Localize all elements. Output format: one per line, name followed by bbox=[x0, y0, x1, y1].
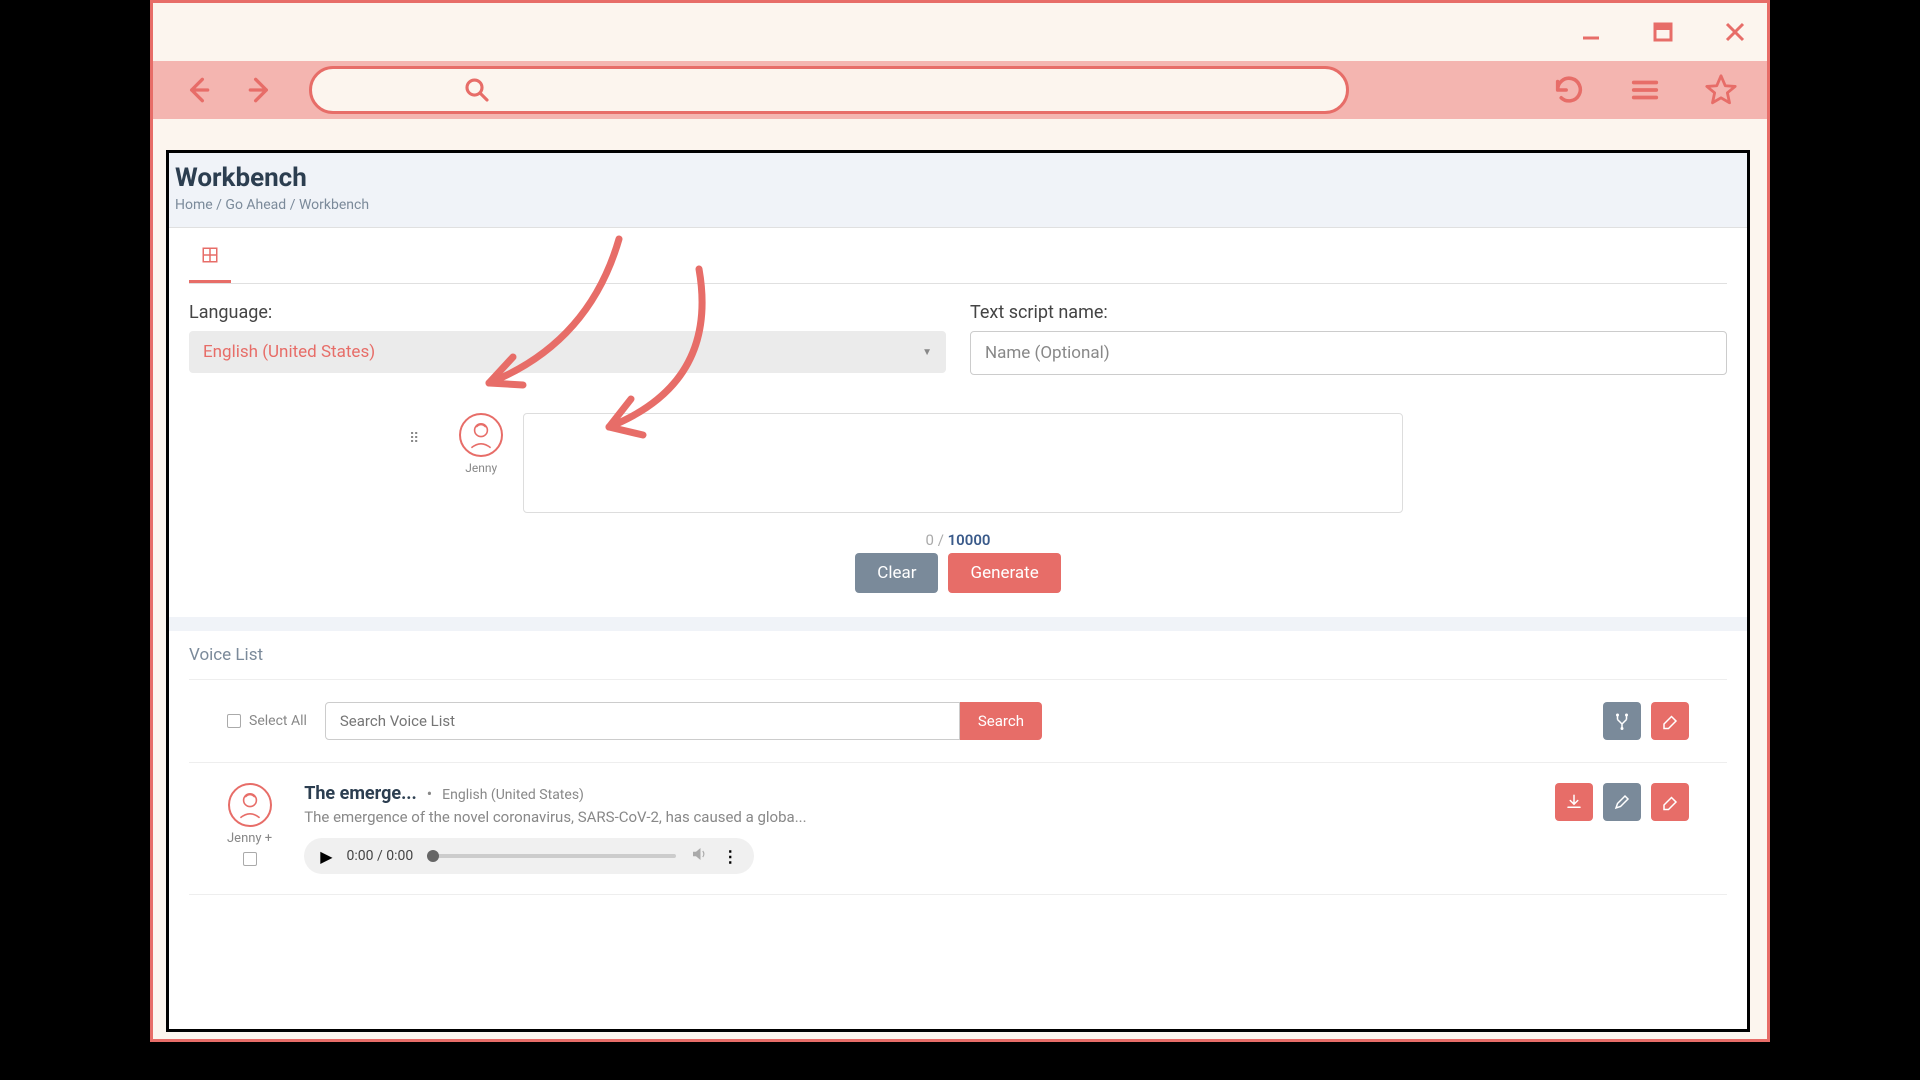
delete-all-button[interactable] bbox=[1651, 702, 1689, 740]
bookmark-button[interactable] bbox=[1703, 72, 1739, 108]
audio-menu-icon[interactable]: ⋮ bbox=[722, 847, 738, 866]
select-all-checkbox[interactable]: Select All bbox=[227, 713, 307, 729]
delete-button[interactable] bbox=[1651, 783, 1689, 821]
voice-speaker-name: Jenny + bbox=[227, 831, 272, 846]
breadcrumb-home[interactable]: Home bbox=[175, 197, 213, 213]
download-button[interactable] bbox=[1555, 783, 1593, 821]
speaker-avatar-block[interactable]: Jenny bbox=[459, 413, 503, 475]
page-title: Workbench bbox=[175, 163, 1741, 193]
download-icon bbox=[1565, 793, 1583, 811]
generate-button[interactable]: Generate bbox=[948, 553, 1060, 593]
breadcrumb-goahead[interactable]: Go Ahead bbox=[225, 197, 286, 213]
nav-bar bbox=[153, 61, 1767, 119]
volume-icon[interactable] bbox=[690, 845, 708, 867]
chevron-down-icon: ▼ bbox=[922, 347, 932, 358]
script-textarea[interactable] bbox=[523, 413, 1403, 513]
language-select[interactable]: English (United States) ▼ bbox=[189, 331, 946, 373]
grid-icon bbox=[201, 246, 219, 264]
page-header: Workbench Home / Go Ahead / Workbench bbox=[169, 153, 1747, 228]
grid-tab[interactable] bbox=[189, 246, 231, 283]
voice-toolbar: Select All Search bbox=[189, 680, 1727, 763]
avatar-icon bbox=[459, 413, 503, 457]
search-icon bbox=[462, 75, 492, 105]
char-counter: 0 / 10000 bbox=[189, 531, 1727, 549]
breadcrumb-current: Workbench bbox=[299, 197, 369, 213]
voice-lang: English (United States) bbox=[442, 787, 584, 803]
voice-desc: The emergence of the novel coronavirus, … bbox=[304, 808, 1523, 826]
voice-title[interactable]: The emerge... bbox=[304, 783, 417, 804]
close-button[interactable] bbox=[1723, 20, 1747, 44]
voice-search-button[interactable]: Search bbox=[960, 702, 1042, 740]
language-value: English (United States) bbox=[203, 342, 375, 362]
refresh-button[interactable] bbox=[1551, 72, 1587, 108]
play-icon[interactable]: ▶ bbox=[320, 847, 332, 866]
language-label: Language: bbox=[189, 302, 946, 323]
pencil-icon bbox=[1613, 793, 1631, 811]
title-bar bbox=[153, 3, 1767, 61]
script-name-input[interactable] bbox=[970, 331, 1727, 375]
edit-button[interactable] bbox=[1603, 783, 1641, 821]
minimize-button[interactable] bbox=[1579, 20, 1603, 44]
eraser-icon bbox=[1661, 793, 1679, 811]
merge-button[interactable] bbox=[1603, 702, 1641, 740]
url-bar[interactable] bbox=[309, 66, 1349, 114]
voice-search-input[interactable] bbox=[325, 702, 960, 740]
back-button[interactable] bbox=[181, 74, 213, 106]
clear-button[interactable]: Clear bbox=[855, 553, 938, 593]
speaker-name: Jenny bbox=[465, 461, 497, 475]
forward-button[interactable] bbox=[245, 74, 277, 106]
voice-item-checkbox[interactable] bbox=[243, 852, 257, 866]
audio-slider[interactable] bbox=[427, 854, 676, 858]
audio-player[interactable]: ▶ 0:00 / 0:00 ⋮ bbox=[304, 838, 754, 874]
voice-avatar-icon bbox=[228, 783, 272, 827]
eraser-icon bbox=[1661, 712, 1679, 730]
script-name-label: Text script name: bbox=[970, 302, 1727, 323]
maximize-button[interactable] bbox=[1651, 20, 1675, 44]
voice-item: Jenny + The emerge... • English (United … bbox=[189, 763, 1727, 895]
content-frame: Workbench Home / Go Ahead / Workbench La… bbox=[166, 150, 1750, 1032]
drag-handle[interactable]: ⠿ bbox=[409, 431, 419, 447]
menu-button[interactable] bbox=[1627, 72, 1663, 108]
breadcrumb: Home / Go Ahead / Workbench bbox=[175, 197, 1741, 213]
filter-icon bbox=[1613, 712, 1631, 730]
audio-time: 0:00 / 0:00 bbox=[347, 848, 414, 864]
voice-list-header: Voice List bbox=[189, 631, 1727, 680]
tabs bbox=[189, 228, 1727, 284]
